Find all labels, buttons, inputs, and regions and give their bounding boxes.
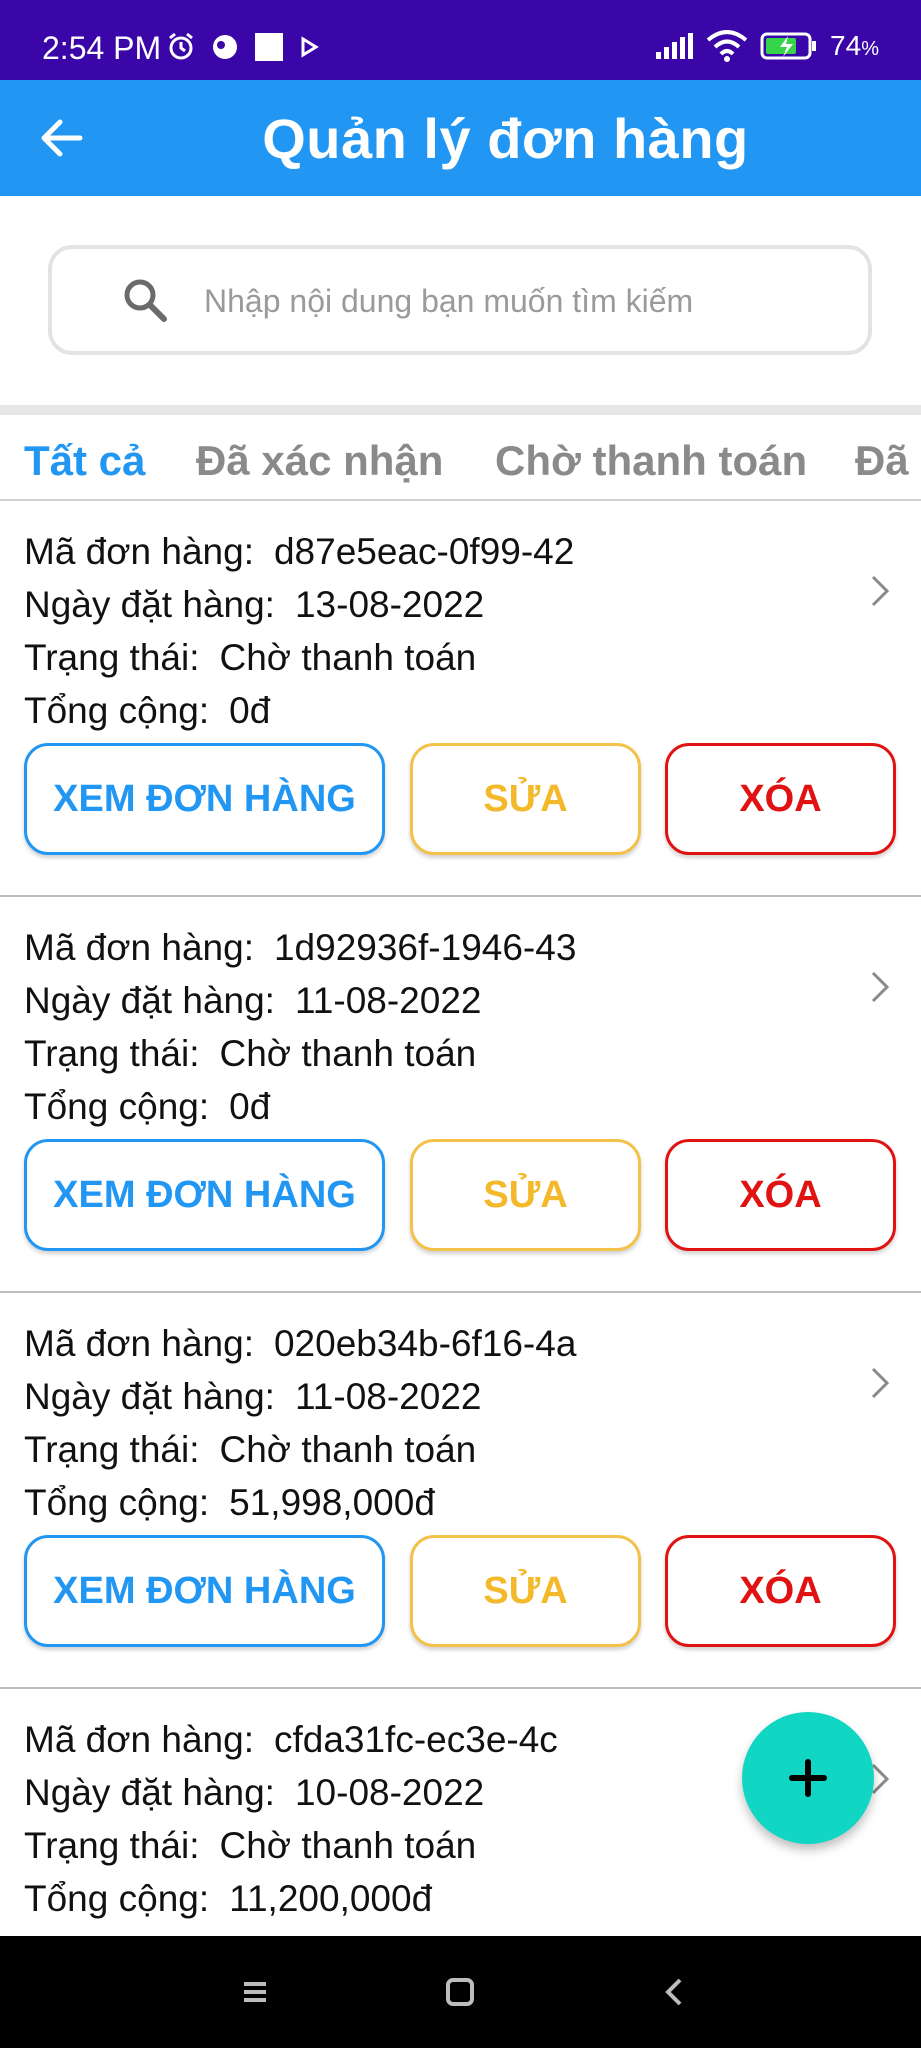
- section-divider: [0, 405, 921, 415]
- tab-awaiting-payment[interactable]: Chờ thanh toán: [495, 437, 807, 485]
- order-card[interactable]: Mã đơn hàng: 1d92936f-1946-43 Ngày đặt hà…: [0, 897, 921, 1293]
- status-icons-left: [166, 32, 320, 62]
- order-total: 51,998,000đ: [229, 1482, 435, 1523]
- page-title: Quản lý đơn hàng: [262, 107, 749, 170]
- status-icons-right: 74%: [654, 30, 879, 62]
- order-date-row: Ngày đặt hàng: 13-08-2022: [24, 584, 485, 625]
- order-status: Chờ thanh toán: [219, 1429, 477, 1470]
- order-total: 0đ: [229, 690, 271, 731]
- play-store-icon: [301, 36, 319, 58]
- order-date-row: Ngày đặt hàng: 10-08-2022: [24, 1772, 485, 1813]
- chevron-right-icon[interactable]: [863, 967, 895, 1007]
- square-notification-icon: [255, 33, 283, 61]
- order-card[interactable]: Mã đơn hàng: d87e5eac-0f99-42 Ngày đặt hà…: [0, 501, 921, 897]
- delete-order-button[interactable]: XÓA: [665, 743, 896, 855]
- tab-partial[interactable]: Đã: [855, 437, 909, 485]
- order-card[interactable]: Mã đơn hàng: 020eb34b-6f16-4a Ngày đặt hà…: [0, 1293, 921, 1689]
- chevron-right-icon[interactable]: [863, 1363, 895, 1403]
- order-date: 13-08-2022: [294, 584, 485, 625]
- order-status-row: Trạng thái: Chờ thanh toán: [24, 1429, 477, 1470]
- order-status-row: Trạng thái: Chờ thanh toán: [24, 1033, 477, 1074]
- order-status: Chờ thanh toán: [219, 1033, 477, 1074]
- search-input[interactable]: [204, 273, 844, 329]
- view-order-button[interactable]: XEM ĐƠN HÀNG: [24, 743, 385, 855]
- app-bar: Quản lý đơn hàng: [0, 80, 921, 196]
- order-date: 11-08-2022: [294, 1376, 482, 1417]
- order-date-row: Ngày đặt hàng: 11-08-2022: [24, 980, 482, 1021]
- tab-bar: Tất cả Đã xác nhận Chờ thanh toán Đã: [0, 415, 921, 501]
- order-id: 020eb34b-6f16-4a: [273, 1323, 577, 1364]
- order-total-row: Tổng cộng: 0đ: [24, 690, 271, 731]
- view-order-button[interactable]: XEM ĐƠN HÀNG: [24, 1139, 385, 1251]
- wifi-icon: [706, 30, 748, 62]
- delete-order-button[interactable]: XÓA: [665, 1535, 896, 1647]
- edit-order-button[interactable]: SỬA: [410, 1535, 641, 1647]
- status-time: 2:54 PM: [42, 30, 162, 66]
- status-bar: 2:54 PM 74%: [0, 0, 921, 80]
- signal-icon: [656, 33, 694, 59]
- view-order-button[interactable]: XEM ĐƠN HÀNG: [24, 1535, 385, 1647]
- order-status: Chờ thanh toán: [219, 637, 477, 678]
- order-id-row: Mã đơn hàng: cfda31fc-ec3e-4c: [24, 1719, 558, 1760]
- order-date-row: Ngày đặt hàng: 11-08-2022: [24, 1376, 482, 1417]
- order-id-row: Mã đơn hàng: 1d92936f-1946-43: [24, 927, 577, 968]
- alarm-icon: [169, 32, 193, 60]
- order-date: 11-08-2022: [294, 980, 482, 1021]
- order-id: 1d92936f-1946-43: [273, 927, 577, 968]
- app-notification-icon: [213, 35, 237, 59]
- delete-order-button[interactable]: XÓA: [665, 1139, 896, 1251]
- recent-apps-icon[interactable]: [230, 1972, 280, 2012]
- order-total: 0đ: [229, 1086, 271, 1127]
- order-date: 10-08-2022: [294, 1772, 485, 1813]
- order-total-row: Tổng cộng: 11,200,000đ: [24, 1878, 433, 1919]
- search-icon: [124, 279, 167, 322]
- back-nav-icon[interactable]: [650, 1972, 700, 2012]
- edit-order-button[interactable]: SỬA: [410, 1139, 641, 1251]
- order-id-row: Mã đơn hàng: 020eb34b-6f16-4a: [24, 1323, 577, 1364]
- order-id-row: Mã đơn hàng: d87e5eac-0f99-42: [24, 531, 575, 572]
- system-nav-bar: [0, 1936, 921, 2048]
- order-status-row: Trạng thái: Chờ thanh toán: [24, 637, 477, 678]
- search-box[interactable]: [48, 245, 872, 355]
- edit-order-button[interactable]: SỬA: [410, 743, 641, 855]
- add-order-button[interactable]: [742, 1712, 874, 1844]
- order-status: Chờ thanh toán: [219, 1825, 477, 1866]
- battery-percent: 74%: [830, 30, 879, 61]
- order-total-row: Tổng cộng: 0đ: [24, 1086, 271, 1127]
- order-total-row: Tổng cộng: 51,998,000đ: [24, 1482, 435, 1523]
- order-status-row: Trạng thái: Chờ thanh toán: [24, 1825, 477, 1866]
- order-total: 11,200,000đ: [229, 1878, 433, 1919]
- chevron-right-icon[interactable]: [863, 571, 895, 611]
- tab-confirmed[interactable]: Đã xác nhận: [196, 437, 443, 485]
- battery-charging-icon: [760, 32, 817, 60]
- order-id: d87e5eac-0f99-42: [273, 531, 575, 572]
- tab-all[interactable]: Tất cả: [24, 437, 145, 485]
- home-icon[interactable]: [435, 1972, 485, 2012]
- plus-icon: [789, 1759, 827, 1797]
- order-id: cfda31fc-ec3e-4c: [273, 1719, 558, 1760]
